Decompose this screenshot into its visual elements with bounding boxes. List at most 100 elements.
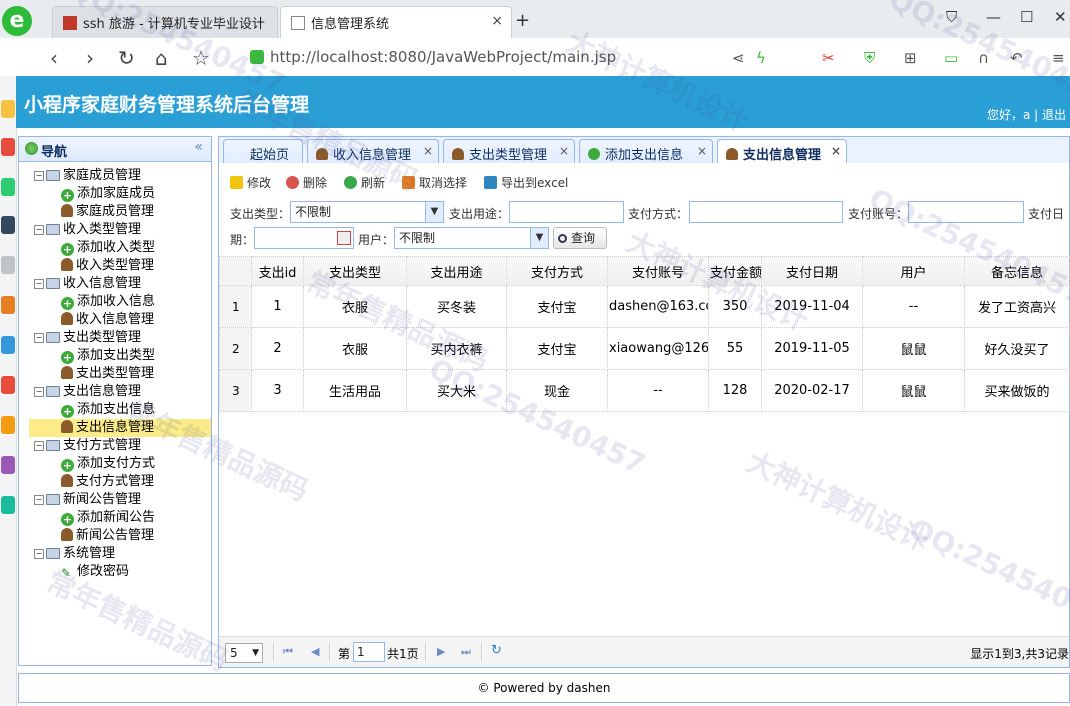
next-page-icon[interactable]: ▶ xyxy=(437,645,445,658)
tree-collapse-toggle[interactable]: − xyxy=(34,333,44,343)
column-header[interactable]: 支付金额 xyxy=(708,256,762,286)
nav-group-6[interactable]: 支付方式管理 xyxy=(46,437,141,455)
collapse-icon[interactable]: « xyxy=(194,139,203,155)
column-header[interactable]: 支出类型 xyxy=(303,256,407,286)
prev-page-icon[interactable]: ◀ xyxy=(311,645,319,658)
table-row[interactable]: 22衣服买内衣裤支付宝xiaowang@126.com552019-11-05鼠… xyxy=(219,327,1070,370)
query-button[interactable]: 查询 xyxy=(553,227,607,249)
nav-item[interactable]: 支付方式管理 xyxy=(61,473,154,491)
nav-item[interactable]: 家庭成员管理 xyxy=(61,203,154,221)
browser-tab-1[interactable]: ssh 旅游 - 计算机专业毕业设计 xyxy=(52,6,278,38)
table-row[interactable]: 3 3 生活用品 买大米 现金 -- 128 2020-02-17 鼠鼠 买来做饭的 xyxy=(219,369,1070,412)
nav-group-7[interactable]: 新闻公告管理 xyxy=(46,491,141,509)
app-icon[interactable] xyxy=(1,216,15,234)
nav-group-5[interactable]: 支出信息管理 xyxy=(46,383,141,401)
tab-4[interactable]: 添加支出信息 × xyxy=(579,139,713,164)
nav-group-4[interactable]: 支出类型管理 xyxy=(46,329,141,347)
app-icon[interactable] xyxy=(1,376,15,394)
nav-group-1[interactable]: 家庭成员管理 xyxy=(46,167,141,185)
star-icon[interactable]: ☆ xyxy=(192,46,210,70)
logout-link[interactable]: 退出 xyxy=(1042,108,1066,122)
nav-item[interactable]: + 添加收入信息 xyxy=(61,293,155,311)
nav-item[interactable]: + 添加支出类型 xyxy=(61,347,155,365)
battery-icon[interactable]: ▭ xyxy=(944,49,958,67)
nav-item[interactable]: + 添加支出信息 xyxy=(61,401,155,419)
url-field[interactable]: http://localhost:8080/JavaWebProject/mai… xyxy=(250,44,720,70)
tree-collapse-toggle[interactable]: − xyxy=(34,171,44,181)
last-page-icon[interactable]: ⏭ xyxy=(461,645,471,659)
lightning-icon[interactable]: ϟ xyxy=(756,49,766,67)
tab-2[interactable]: 收入信息管理 × xyxy=(307,139,439,164)
app-icon[interactable] xyxy=(1,336,15,354)
share-icon[interactable]: ⋖ xyxy=(732,49,745,67)
delete-button[interactable]: 删除 xyxy=(286,172,327,194)
column-header[interactable]: 用户 xyxy=(862,256,965,286)
nav-group-8[interactable]: 系统管理 xyxy=(46,545,115,563)
menu-icon[interactable]: ≡ xyxy=(1052,49,1065,67)
close-tab-icon[interactable]: × xyxy=(831,144,841,158)
app-icon[interactable] xyxy=(1,256,15,274)
export-excel-button[interactable]: 导出到excel xyxy=(484,172,568,194)
tab-1[interactable]: 起始页 xyxy=(223,139,303,164)
app-icon[interactable] xyxy=(1,456,15,474)
tree-collapse-toggle[interactable]: − xyxy=(34,549,44,559)
column-header[interactable]: 备忘信息 xyxy=(964,256,1070,286)
shield-icon[interactable]: ⛨ xyxy=(864,49,875,67)
reload-icon[interactable]: ↻ xyxy=(491,643,502,658)
nav-group-2[interactable]: 收入类型管理 xyxy=(46,221,141,239)
first-page-icon[interactable]: ⏮ xyxy=(283,645,293,659)
app-icon[interactable] xyxy=(1,416,15,434)
type-select[interactable]: 不限制 ▼ xyxy=(290,201,444,223)
favorites-icon[interactable] xyxy=(1,100,15,118)
apps-grid-icon[interactable]: ⊞ xyxy=(904,49,917,67)
column-header[interactable]: 支付账号 xyxy=(607,256,709,286)
cancel-select-button[interactable]: 取消选择 xyxy=(402,172,467,194)
tree-collapse-toggle[interactable]: − xyxy=(34,441,44,451)
purpose-input[interactable] xyxy=(509,201,624,223)
tab-3[interactable]: 支出类型管理 × xyxy=(443,139,575,164)
nav-item[interactable]: 新闻公告管理 xyxy=(61,527,154,545)
reload-icon[interactable]: ↻ xyxy=(118,46,135,70)
nav-item[interactable]: 收入类型管理 xyxy=(61,257,154,275)
nav-item[interactable]: 支出信息管理 xyxy=(29,419,211,437)
tree-collapse-toggle[interactable]: − xyxy=(34,279,44,289)
close-tab-icon[interactable]: × xyxy=(423,144,433,158)
shirt-icon[interactable]: ⛉ xyxy=(946,8,957,26)
close-tab-icon[interactable]: × xyxy=(491,13,503,29)
edit-button[interactable]: 修改 xyxy=(230,172,271,194)
nav-item[interactable]: ✎ 修改密码 xyxy=(61,563,129,581)
tab-5[interactable]: 支出信息管理 × xyxy=(717,139,847,165)
app-icon[interactable] xyxy=(1,138,15,156)
app-icon[interactable] xyxy=(1,178,15,196)
nav-item[interactable]: + 添加新闻公告 xyxy=(61,509,155,527)
nav-group-3[interactable]: 收入信息管理 xyxy=(46,275,141,293)
column-header[interactable]: 支付方式 xyxy=(506,256,608,286)
column-header[interactable]: 支付日期 xyxy=(761,256,863,286)
account-input[interactable] xyxy=(908,201,1024,223)
table-row[interactable]: 11衣服买冬装支付宝dashen@163.com3502019-11-04--发… xyxy=(219,285,1070,328)
new-tab-button[interactable]: + xyxy=(515,10,530,31)
refresh-button[interactable]: 刷新 xyxy=(344,172,385,194)
tree-collapse-toggle[interactable]: − xyxy=(34,387,44,397)
column-header[interactable]: 支出id xyxy=(251,256,304,286)
calendar-icon[interactable] xyxy=(337,231,351,245)
headphones-icon[interactable]: ∩ xyxy=(978,49,989,67)
date-input[interactable] xyxy=(254,227,354,249)
nav-item[interactable]: + 添加支付方式 xyxy=(61,455,155,473)
browser-tab-2[interactable]: 信息管理系统 × xyxy=(280,6,512,38)
page-size-select[interactable]: 5 ▼ xyxy=(225,643,263,663)
nav-item[interactable]: + 添加收入类型 xyxy=(61,239,155,257)
undo-icon[interactable]: ↶ xyxy=(1010,49,1023,67)
close-tab-icon[interactable]: × xyxy=(697,144,707,158)
close-tab-icon[interactable]: × xyxy=(559,144,569,158)
back-icon[interactable]: ‹ xyxy=(50,46,58,70)
column-header[interactable]: 支出用途 xyxy=(406,256,507,286)
scissors-icon[interactable]: ✂ xyxy=(822,49,835,67)
app-icon[interactable] xyxy=(1,296,15,314)
maximize-icon[interactable]: ☐ xyxy=(1020,8,1033,26)
home-icon[interactable]: ⌂ xyxy=(155,46,168,70)
app-icon[interactable] xyxy=(1,496,15,514)
user-select[interactable]: 不限制 ▼ xyxy=(394,227,549,249)
nav-item[interactable]: + 添加家庭成员 xyxy=(61,185,155,203)
method-input[interactable] xyxy=(689,201,843,223)
